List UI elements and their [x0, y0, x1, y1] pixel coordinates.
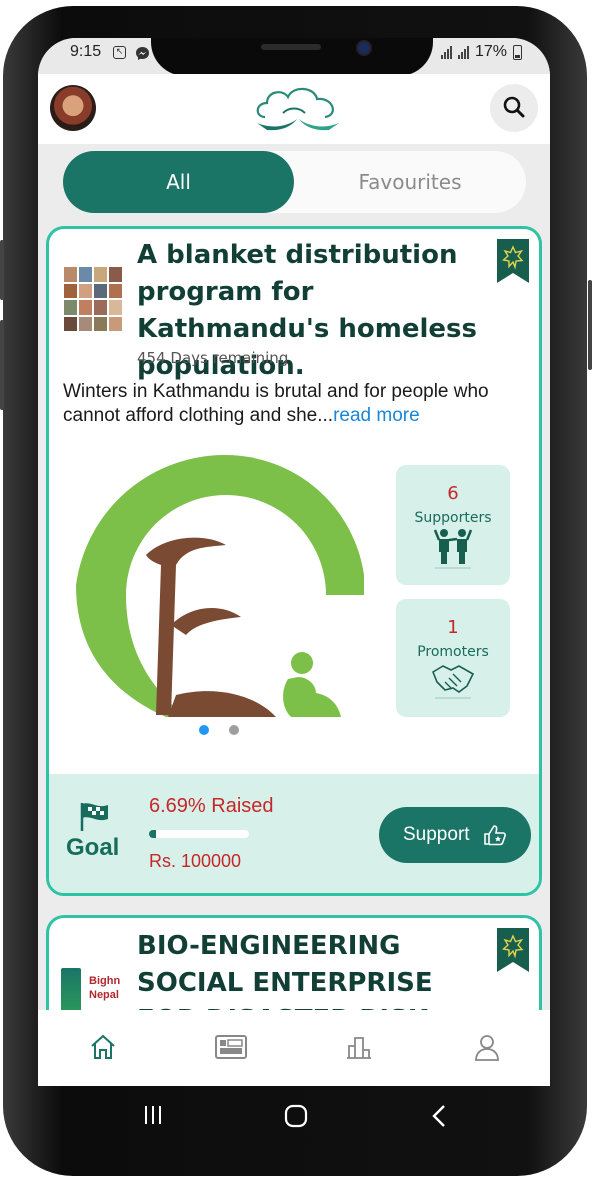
- screenshot-icon: ↖: [113, 46, 126, 59]
- campaign-footer: Goal 6.69% Raised Rs. 100000 Support: [49, 774, 539, 893]
- carousel-dots: [199, 725, 239, 735]
- home-icon[interactable]: [88, 1032, 118, 1062]
- promoters-count: 1: [447, 617, 459, 638]
- gallery-icon[interactable]: [214, 1032, 248, 1062]
- status-right: 17%: [440, 43, 522, 61]
- avatar[interactable]: [50, 85, 96, 131]
- status-time: 9:15: [70, 43, 102, 60]
- battery-icon: [513, 44, 522, 60]
- handshake-icon: [432, 665, 475, 699]
- volume-button: [0, 320, 4, 410]
- campaign-card[interactable]: A blanket distribution program for Kathm…: [46, 226, 542, 896]
- tab-all[interactable]: All: [63, 151, 294, 213]
- raised-percent: 6.69% Raised: [149, 795, 274, 817]
- campaign-image[interactable]: [76, 455, 364, 717]
- org-name: Bighn Nepal: [89, 975, 121, 1001]
- thumbs-up-icon: [484, 825, 506, 846]
- power-button: [588, 280, 592, 370]
- campaign-thumbnail: [64, 267, 122, 331]
- supporters-stat[interactable]: 6 Supporters: [396, 465, 510, 585]
- cloud-hands-logo: [256, 87, 339, 131]
- goal-label: Goal: [66, 834, 120, 861]
- system-navigation: [38, 1086, 550, 1146]
- carousel-dot[interactable]: [229, 725, 239, 735]
- campaign-description: Winters in Kathmandu is brutal and for p…: [63, 380, 533, 428]
- bottom-nav: [38, 1010, 550, 1086]
- bookmark-badge-icon[interactable]: [497, 239, 529, 283]
- back-icon[interactable]: [430, 1104, 450, 1128]
- progress-fill: [149, 830, 156, 838]
- messenger-icon: [136, 47, 149, 60]
- leaderboard-icon[interactable]: [344, 1032, 374, 1062]
- app-header: [38, 74, 550, 144]
- bookmark-badge-icon[interactable]: [497, 928, 529, 972]
- signal-icon: [440, 45, 452, 59]
- search-icon: [503, 96, 525, 118]
- supporters-count: 6: [447, 483, 459, 504]
- goal-flag-icon: [80, 803, 108, 831]
- description-text: Winters in Kathmandu is brutal and for p…: [63, 381, 489, 426]
- read-more-link[interactable]: read more: [333, 405, 420, 426]
- battery-percent: 17%: [474, 43, 507, 60]
- volume-button: [0, 240, 4, 300]
- carousel-dot-active[interactable]: [199, 725, 209, 735]
- supporters-label: Supporters: [414, 510, 492, 526]
- supporters-icon: [433, 529, 473, 569]
- days-remaining: 454 Days remaining: [137, 349, 289, 367]
- profile-icon[interactable]: [472, 1032, 502, 1062]
- tab-favourites[interactable]: Favourites: [294, 151, 526, 213]
- app-screen: 9:15 ↖ 17% All Favourites A blanket dist…: [38, 38, 550, 1086]
- support-button-label: Support: [403, 824, 470, 845]
- goal-amount: Rs. 100000: [149, 851, 242, 871]
- raised-progress-bar: [149, 830, 249, 838]
- signal-icon: [457, 45, 469, 59]
- filter-toggle: All Favourites: [63, 151, 526, 213]
- support-button[interactable]: Support: [379, 807, 531, 863]
- home-system-icon[interactable]: [284, 1104, 308, 1128]
- recent-apps-icon[interactable]: [142, 1104, 164, 1126]
- promoters-label: Promoters: [417, 644, 489, 660]
- search-button[interactable]: [490, 84, 538, 132]
- promoters-stat[interactable]: 1 Promoters: [396, 599, 510, 717]
- notch: [151, 38, 433, 76]
